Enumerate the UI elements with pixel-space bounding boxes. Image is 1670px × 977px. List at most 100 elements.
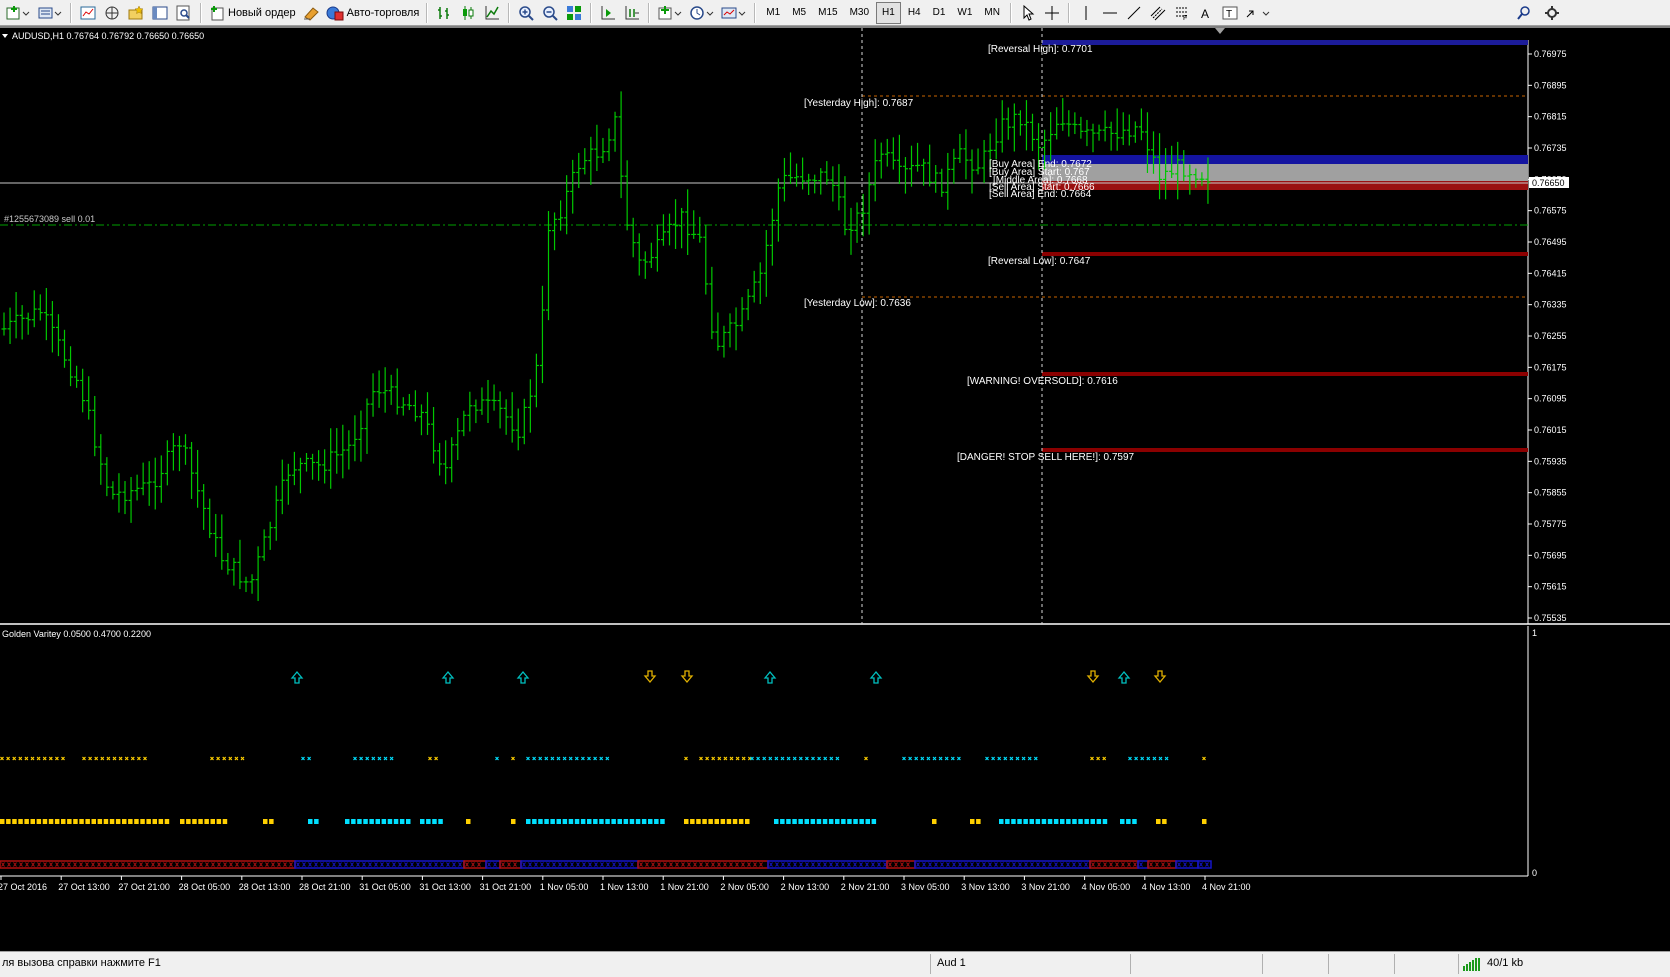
profiles-button[interactable]	[35, 2, 65, 24]
chart-window-button[interactable]	[77, 2, 99, 24]
autoscroll-button[interactable]	[597, 2, 619, 24]
toolbar-separator	[426, 2, 429, 23]
signal-x-mark	[383, 756, 388, 761]
tile-windows-button[interactable]	[563, 2, 585, 24]
sell-area-zone[interactable]	[1042, 181, 1528, 190]
trend-strip-mark	[229, 862, 233, 867]
templates-button[interactable]	[719, 2, 749, 24]
timeframe-m1-button[interactable]: M1	[761, 2, 785, 24]
search-button[interactable]	[1513, 2, 1535, 24]
trend-strip-mark	[85, 862, 89, 867]
trend-strip-mark	[380, 862, 384, 867]
trend-strip-mark	[344, 862, 348, 867]
trend-strip-mark	[1161, 862, 1165, 867]
horizontal-line-icon	[1102, 12, 1117, 13]
signal-x-mark	[88, 756, 93, 761]
line-chart-button[interactable]	[481, 2, 503, 24]
signal-x-mark	[550, 756, 555, 761]
signal-square	[24, 819, 29, 824]
danger-stop-sell-label: [DANGER! STOP SELL HERE!]: 0.7597	[957, 452, 1135, 463]
bar-chart-button[interactable]	[433, 2, 455, 24]
arrows-button[interactable]	[1243, 2, 1273, 24]
fibonacci-button[interactable]: F	[1171, 2, 1193, 24]
trend-strip-mark	[576, 862, 580, 867]
signal-x-mark	[587, 756, 591, 761]
trend-strip-mark	[1006, 862, 1010, 867]
trend-strip-mark	[1177, 862, 1181, 867]
vertical-line-button[interactable]	[1075, 2, 1097, 24]
trend-strip-mark	[841, 862, 845, 867]
signal-x-mark	[434, 756, 439, 761]
navigator-button[interactable]	[101, 2, 123, 24]
tester-button[interactable]	[173, 2, 195, 24]
signal-square	[574, 819, 580, 824]
timeframe-h1-button[interactable]: H1	[876, 1, 901, 24]
signal-square	[847, 819, 852, 824]
autotrading-button[interactable]: Авто-торговля	[324, 2, 422, 24]
cursor-button[interactable]	[1017, 2, 1039, 24]
signal-x-mark	[30, 756, 35, 761]
toolbar-separator	[1009, 2, 1012, 23]
chart-canvas[interactable]: AUDUSD,H1 0.76764 0.76792 0.76650 0.7665…	[0, 26, 1670, 951]
text-label-button[interactable]: T	[1219, 2, 1241, 24]
indicators-button[interactable]	[655, 2, 685, 24]
toolbar-separator	[200, 2, 202, 23]
signal-x-mark	[864, 756, 868, 761]
trend-strip-mark	[570, 862, 574, 867]
signal-square	[216, 819, 222, 824]
terminal-button[interactable]	[149, 2, 171, 24]
trend-strip-mark	[1, 862, 5, 867]
trend-strip-mark	[1121, 862, 1125, 867]
signal-square	[122, 819, 127, 824]
horizontal-line-button[interactable]	[1099, 2, 1121, 24]
trend-strip-mark	[994, 862, 998, 867]
metaeditor-button[interactable]	[300, 2, 322, 24]
timeframe-m5-button[interactable]: M5	[787, 2, 811, 24]
crosshair-button[interactable]	[1041, 2, 1063, 24]
zoom-out-button[interactable]	[539, 2, 561, 24]
timeframe-m15-button[interactable]: M15	[813, 2, 842, 24]
trend-strip-mark	[624, 862, 628, 867]
signal-square	[357, 819, 362, 824]
trend-strip-mark	[1127, 862, 1131, 867]
signal-square	[720, 819, 726, 824]
settings-button[interactable]	[1541, 2, 1563, 24]
candlestick-button[interactable]	[457, 2, 479, 24]
status-divider	[1458, 954, 1459, 974]
trend-strip-mark	[1183, 862, 1187, 867]
signal-x-mark	[106, 756, 111, 761]
favorites-button[interactable]	[125, 2, 147, 24]
reversal-high-line[interactable]	[1042, 40, 1528, 45]
signal-square	[629, 819, 635, 824]
text-tool-button[interactable]: A	[1195, 2, 1217, 24]
chart-shift-marker-icon[interactable]	[1215, 28, 1225, 34]
timeframe-mn-button[interactable]: MN	[979, 2, 1005, 24]
trend-strip-mark	[894, 862, 898, 867]
reversal-low-line[interactable]	[1042, 252, 1528, 256]
equidistant-channel-button[interactable]	[1147, 2, 1169, 24]
timeframe-w1-button[interactable]: W1	[952, 2, 977, 24]
time-axis-label: 3 Nov 21:00	[1021, 882, 1070, 892]
new-order-button[interactable]: Новый ордер	[207, 2, 298, 24]
trend-strip-mark	[906, 862, 910, 867]
new-chart-button[interactable]	[3, 2, 33, 24]
timeframe-d1-button[interactable]: D1	[928, 2, 951, 24]
middle-area-zone[interactable]	[1042, 164, 1528, 181]
signal-square	[399, 819, 405, 824]
timeframe-m30-button[interactable]: M30	[845, 2, 874, 24]
autoscroll-icon	[601, 5, 616, 19]
zoom-in-button[interactable]	[515, 2, 537, 24]
chart-shift-button[interactable]	[621, 2, 643, 24]
chart-window[interactable]: AUDUSD,H1 0.76764 0.76792 0.76650 0.7665…	[0, 26, 1670, 951]
sell-order-label: #1255673089 sell 0.01	[4, 214, 95, 224]
periods-button[interactable]	[687, 2, 717, 24]
signal-x-mark	[914, 756, 919, 761]
status-divider	[1394, 954, 1395, 974]
signal-x-mark	[1134, 756, 1139, 761]
time-axis-label: 1 Nov 13:00	[600, 882, 649, 892]
buy-area-zone[interactable]	[1042, 155, 1528, 164]
trendline-button[interactable]	[1123, 2, 1145, 24]
trend-strip-mark	[976, 862, 980, 867]
trend-strip-mark	[829, 862, 833, 867]
timeframe-h4-button[interactable]: H4	[903, 2, 926, 24]
